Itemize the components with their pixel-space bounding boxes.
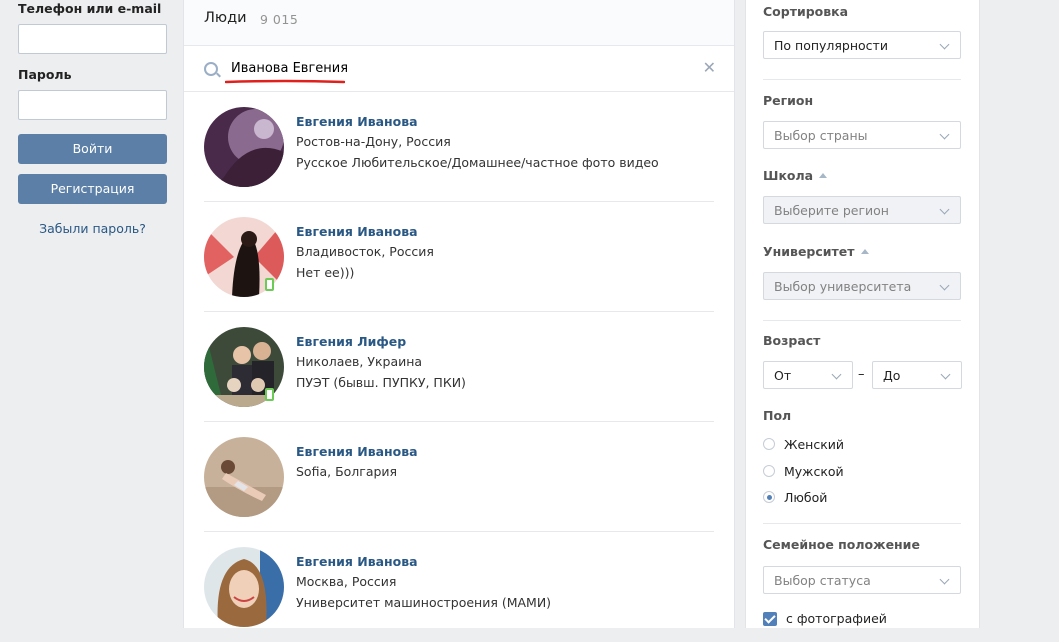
clear-search-icon[interactable]: ✕ (703, 58, 716, 77)
chevron-down-icon (940, 369, 951, 380)
result-row: Евгения Иванова Владивосток, Россия Нет … (184, 202, 734, 312)
age-from-select[interactable]: От (763, 361, 853, 389)
radio-icon (763, 438, 775, 450)
age-from-value: От (774, 368, 792, 383)
register-button[interactable]: Регистрация (18, 174, 167, 204)
result-location: Николаев, Украина (296, 354, 423, 369)
phone-field[interactable] (18, 24, 167, 54)
result-row: Евгения Иванова Ростов-на-Дону, Россия Р… (184, 92, 734, 202)
marital-title: Семейное положение (763, 537, 920, 552)
school-placeholder: Выберите регион (774, 203, 889, 218)
university-placeholder: Выбор университета (774, 279, 912, 294)
avatar[interactable] (204, 547, 284, 627)
radio-label: Женский (784, 437, 844, 452)
age-to-select[interactable]: До (872, 361, 962, 389)
divider (763, 523, 961, 524)
university-title[interactable]: Университет (763, 244, 869, 259)
result-row: Евгения Иванова Москва, Россия Университ… (184, 532, 734, 642)
tabs-header: Люди 9 015 (184, 0, 734, 46)
radio-icon (763, 465, 775, 477)
result-info: Нет ее))) (296, 265, 355, 280)
chevron-down-icon (939, 280, 950, 291)
result-row: Евгения Иванова Sofia, Болгария (184, 422, 734, 532)
result-location: Москва, Россия (296, 574, 397, 589)
search-results-panel: Люди 9 015 Иванова Евгения ✕ Евгения Ива… (183, 0, 735, 628)
sort-select[interactable]: По популярности (763, 31, 961, 59)
school-select[interactable]: Выберите регион (763, 196, 961, 224)
marital-placeholder: Выбор статуса (774, 573, 871, 588)
radio-label: Любой (784, 490, 828, 505)
chevron-down-icon (939, 204, 950, 215)
password-field[interactable] (18, 90, 167, 120)
chevron-down-icon (831, 369, 842, 380)
age-title: Возраст (763, 333, 821, 348)
mobile-online-icon (265, 278, 274, 291)
tab-people[interactable]: Люди (204, 10, 247, 26)
login-button[interactable]: Войти (18, 134, 167, 164)
result-name[interactable]: Евгения Иванова (296, 114, 418, 129)
filters-panel: Сортировка По популярности Регион Выбор … (745, 0, 980, 628)
results-count: 9 015 (260, 12, 299, 27)
forgot-password-link[interactable]: Забыли пароль? (18, 221, 167, 236)
chevron-down-icon (939, 39, 950, 50)
gender-title: Пол (763, 408, 792, 423)
country-select[interactable]: Выбор страны (763, 121, 961, 149)
result-info: ПУЭТ (бывш. ПУПКУ, ПКИ) (296, 375, 466, 390)
caret-up-icon (860, 249, 869, 254)
age-to-value: До (883, 368, 901, 383)
result-location: Sofia, Болгария (296, 464, 398, 479)
result-info: Русское Любительское/Домашнее/частное фо… (296, 155, 659, 170)
sort-value: По популярности (774, 38, 888, 53)
divider (763, 320, 961, 321)
region-title: Регион (763, 93, 814, 108)
university-title-label: Университет (763, 244, 855, 259)
school-title[interactable]: Школа (763, 168, 828, 183)
chevron-down-icon (939, 574, 950, 585)
red-underline-annotation (225, 79, 345, 84)
result-location: Ростов-на-Дону, Россия (296, 134, 451, 149)
avatar[interactable] (204, 107, 284, 187)
radio-label: Мужской (784, 464, 844, 479)
sort-title: Сортировка (763, 4, 849, 19)
result-name[interactable]: Евгения Иванова (296, 224, 418, 239)
search-input[interactable]: Иванова Евгения (231, 61, 348, 76)
result-location: Владивосток, Россия (296, 244, 434, 259)
photo-checkbox[interactable] (763, 612, 777, 626)
mobile-online-icon (265, 388, 274, 401)
country-placeholder: Выбор страны (774, 128, 868, 143)
chevron-down-icon (939, 129, 950, 140)
search-bar[interactable]: Иванова Евгения ✕ (184, 46, 734, 92)
avatar[interactable] (204, 437, 284, 517)
age-dash: – (858, 367, 865, 382)
results-list: Евгения Иванова Ростов-на-Дону, Россия Р… (184, 92, 734, 642)
result-name[interactable]: Евгения Иванова (296, 444, 418, 459)
result-row: Евгения Лифер Николаев, Украина ПУЭТ (бы… (184, 312, 734, 422)
result-name[interactable]: Евгения Лифер (296, 334, 406, 349)
school-title-label: Школа (763, 168, 814, 183)
password-label: Пароль (18, 67, 72, 82)
login-panel: Телефон или e-mail Пароль Войти Регистра… (0, 0, 182, 628)
result-info: Университет машиностроения (МАМИ) (296, 595, 552, 610)
search-icon (204, 62, 218, 76)
result-name[interactable]: Евгения Иванова (296, 554, 418, 569)
marital-select[interactable]: Выбор статуса (763, 566, 961, 594)
phone-label: Телефон или e-mail (18, 1, 162, 16)
caret-up-icon (819, 173, 828, 178)
photo-checkbox-label[interactable]: с фотографией (786, 611, 887, 626)
radio-selected-icon (763, 491, 775, 503)
divider (763, 79, 961, 80)
university-select[interactable]: Выбор университета (763, 272, 961, 300)
